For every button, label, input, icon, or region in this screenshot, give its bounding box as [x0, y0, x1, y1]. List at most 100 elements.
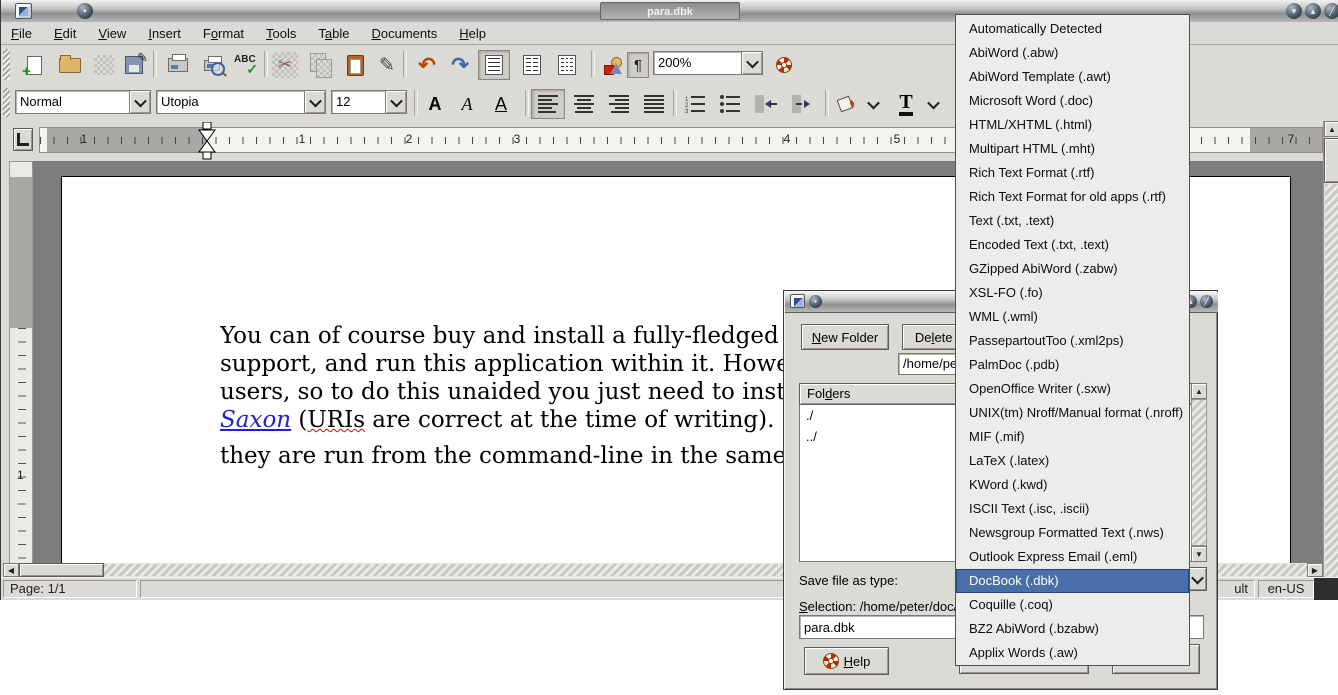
format-option[interactable]: KWord (.kwd) [956, 473, 1189, 497]
format-option[interactable]: HTML/XHTML (.html) [956, 113, 1189, 137]
window-menu-button[interactable]: • [77, 3, 93, 19]
vertical-ruler[interactable]: 1 [9, 161, 33, 577]
format-option[interactable]: PalmDoc (.pdb) [956, 353, 1189, 377]
folder-list-item[interactable]: ../ [800, 426, 958, 447]
scrollbar-trough[interactable] [1325, 184, 1338, 577]
font-color-button[interactable]: T [891, 89, 921, 119]
maximize-button[interactable]: ▴ [1305, 3, 1321, 19]
style-dropdown-button[interactable] [129, 91, 150, 113]
resize-grip[interactable] [1314, 578, 1338, 600]
format-option[interactable]: Outlook Express Email (.eml) [956, 545, 1189, 569]
format-option[interactable]: Encoded Text (.txt, .text) [956, 233, 1189, 257]
menu-item[interactable]: Help [459, 26, 486, 41]
open-button[interactable] [55, 50, 85, 80]
zoom-combo[interactable]: 200% [653, 51, 763, 75]
style-combo[interactable]: Normal [15, 90, 151, 114]
new-document-button[interactable]: + [19, 50, 49, 80]
menu-item[interactable]: Documents [372, 26, 438, 41]
underline-button[interactable]: A [487, 89, 515, 119]
two-columns-button[interactable] [517, 50, 547, 80]
format-option[interactable]: BZ2 AbiWord (.bzabw) [956, 617, 1189, 641]
format-option[interactable]: AbiWord Template (.awt) [956, 65, 1189, 89]
font-color-dropdown[interactable] [923, 89, 943, 119]
bold-button[interactable]: A [421, 89, 449, 119]
one-column-button-active[interactable] [478, 50, 510, 80]
format-option[interactable]: Coquille (.coq) [956, 593, 1189, 617]
menu-item[interactable]: Insert [148, 26, 181, 41]
tab-stop-selector[interactable] [13, 128, 33, 151]
decrease-indent-button[interactable] [748, 89, 784, 119]
save-as-button[interactable]: ✎ [119, 50, 149, 80]
folders-list-header[interactable]: Folders [799, 383, 959, 405]
minimize-button[interactable]: ▾ [1286, 3, 1302, 19]
format-option[interactable]: OpenOffice Writer (.sxw) [956, 377, 1189, 401]
format-option[interactable]: GZipped AbiWord (.zabw) [956, 257, 1189, 281]
align-left-button-active[interactable] [531, 89, 565, 119]
format-option[interactable]: UNIX(tm) Nroff/Manual format (.nroff) [956, 401, 1189, 425]
format-option[interactable]: Multipart HTML (.mht) [956, 137, 1189, 161]
help-button[interactable]: Help [804, 647, 889, 675]
increase-indent-button[interactable] [785, 89, 821, 119]
scroll-up-button[interactable]: ▲ [1324, 121, 1338, 137]
redo-button[interactable]: ↷ [445, 50, 475, 80]
menu-item[interactable]: Table [318, 26, 349, 41]
show-shapes-button[interactable] [597, 50, 627, 80]
indent-marker[interactable] [198, 122, 216, 160]
scrollbar-thumb[interactable] [1324, 138, 1338, 183]
menu-item[interactable]: Format [203, 26, 244, 41]
folders-list[interactable]: ./ ../ [799, 405, 959, 562]
toolbar-grip[interactable] [3, 88, 10, 117]
close-button[interactable]: ╱ [1324, 3, 1338, 19]
format-option[interactable]: Automatically Detected [956, 17, 1189, 41]
font-combo[interactable]: Utopia [156, 90, 326, 114]
format-option[interactable]: ISCII Text (.isc, .iscii) [956, 497, 1189, 521]
format-option[interactable]: LaTeX (.latex) [956, 449, 1189, 473]
format-option[interactable]: XSL-FO (.fo) [956, 281, 1189, 305]
align-right-button[interactable] [602, 89, 636, 119]
dialog-menu-button[interactable]: • [809, 295, 822, 308]
highlight-color-dropdown[interactable] [863, 89, 883, 119]
format-option[interactable]: Rich Text Format for old apps (.rtf) [956, 185, 1189, 209]
font-dropdown-button[interactable] [304, 91, 325, 113]
files-scrollbar-trough[interactable] [1191, 399, 1207, 546]
three-columns-button[interactable] [552, 50, 582, 80]
folder-list-item[interactable]: ./ [800, 405, 958, 426]
hyperlink-saxon[interactable]: Saxon [220, 407, 291, 433]
font-size-dropdown-button[interactable] [385, 91, 406, 113]
highlight-color-button[interactable] [831, 89, 863, 119]
print-preview-button[interactable] [197, 50, 227, 80]
toolbar-grip[interactable] [3, 49, 10, 80]
hscrollbar-thumb[interactable] [19, 563, 104, 577]
status-language-cell[interactable]: en-US [1258, 580, 1314, 598]
undo-button[interactable]: ↶ [412, 50, 442, 80]
format-option[interactable]: Applix Words (.aw) [956, 641, 1189, 665]
menu-item[interactable]: Tools [266, 26, 296, 41]
help-button-toolbar[interactable] [769, 50, 799, 80]
files-scroll-down-button[interactable]: ▼ [1191, 546, 1207, 562]
menu-item[interactable]: Edit [54, 26, 76, 41]
dialog-close-button[interactable]: ╱ [1200, 295, 1213, 308]
new-folder-button[interactable]: New Folder [801, 324, 889, 350]
menu-item[interactable]: File [11, 26, 32, 41]
format-option[interactable]: Newsgroup Formatted Text (.nws) [956, 521, 1189, 545]
align-justify-button[interactable] [637, 89, 671, 119]
format-option[interactable]: PassepartoutToo (.xml2ps) [956, 329, 1189, 353]
print-button[interactable] [163, 50, 193, 80]
vertical-scrollbar[interactable]: ▲ [1323, 121, 1338, 577]
format-option[interactable]: Text (.txt, .text) [956, 209, 1189, 233]
files-scroll-up-button[interactable]: ▲ [1191, 383, 1207, 399]
align-center-button[interactable] [567, 89, 601, 119]
bullet-list-button[interactable] [713, 89, 747, 119]
format-option[interactable]: AbiWord (.abw) [956, 41, 1189, 65]
paste-button[interactable] [340, 50, 370, 80]
scroll-left-button[interactable]: ◀ [3, 563, 19, 577]
format-option[interactable]: WML (.wml) [956, 305, 1189, 329]
format-painter-button[interactable]: ✎ [372, 50, 402, 80]
format-option[interactable]: Rich Text Format (.rtf) [956, 161, 1189, 185]
spellcheck-button[interactable]: ABC ✓ [231, 50, 261, 80]
format-option[interactable]: DocBook (.dbk) [956, 569, 1189, 593]
font-size-combo[interactable]: 12 [331, 90, 407, 114]
zoom-dropdown-button[interactable] [741, 52, 762, 74]
italic-button[interactable]: A [453, 89, 481, 119]
numbered-list-button[interactable]: 123 [678, 89, 712, 119]
